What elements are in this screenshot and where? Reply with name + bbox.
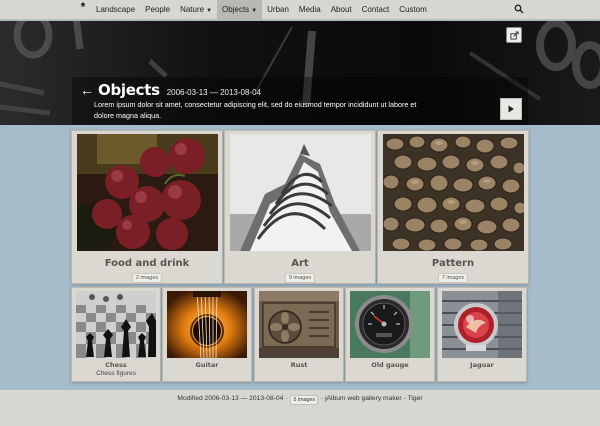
image-card-rust[interactable]: Rust [254,287,344,382]
nav-item-people[interactable]: People [140,0,175,20]
image-count-badge: 9 images [284,273,316,283]
image-card-old-gauge[interactable]: Old gauge [345,287,435,382]
caret-down-icon: ▼ [206,7,213,14]
image-card-jaguar[interactable]: Jaguar [437,287,527,382]
play-icon [508,105,514,113]
caret-down-icon: ▼ [251,7,258,14]
image-thumbnail [259,291,339,358]
separator: · [320,395,324,402]
nav-item-landscape[interactable]: Landscape [91,0,140,20]
modified-label: Modified [177,395,203,402]
nav-item-nature[interactable]: Nature ▼ [175,0,217,20]
footer: Modified 2006-03-13 — 2013-08-04 · 5 ima… [0,390,600,426]
separator: · [285,395,288,402]
album-description: Lorem ipsum dolor sit amet, consectetur … [94,100,417,120]
home-icon[interactable] [75,0,91,20]
nav-label: Media [298,4,321,14]
image-count-badge: 5 images [290,395,318,405]
nav-label: Contact [361,4,390,14]
nav-label: Objects [222,4,250,14]
jalbum-credit-link[interactable]: jAlbum web gallery maker [325,395,402,402]
nav-item-urban[interactable]: Urban [262,0,294,20]
nav-item-contact[interactable]: Contact [357,0,395,20]
nav-label: Nature [180,4,205,14]
skin-link[interactable]: Tiger [408,395,423,402]
search-icon[interactable] [514,4,526,16]
image-card-guitar[interactable]: Guitar [162,287,252,382]
top-navigation: Landscape People Nature ▼ Objects ▼ Urban … [0,0,600,20]
share-button[interactable] [506,27,522,43]
folder-thumbnail [230,134,371,251]
folder-card-pattern[interactable]: Pattern 7 images [377,130,529,284]
image-title: Chess [105,361,127,369]
page-title: Objects [98,81,160,99]
nav-label: About [330,4,352,14]
image-title: Old gauge [371,361,409,369]
folder-thumbnail [77,134,218,251]
nav-item-media[interactable]: Media [294,0,326,20]
image-title: Rust [290,361,308,369]
folder-card-art[interactable]: Art 9 images [224,130,376,284]
slideshow-play-button[interactable] [500,98,522,120]
folder-title: Food and drink [104,258,190,269]
folder-card-food-and-drink[interactable]: Food and drink 2 images [71,130,223,284]
image-count-badge: 2 images [131,273,163,283]
hero-title-row: ← Objects 2006-03-13 — 2013-08-04 [80,81,261,99]
nav-label: People [145,4,171,14]
image-title: Jaguar [470,361,494,369]
nav-label: Custom [399,4,427,14]
date-range: 2006-03-13 — 2013-08-04 [166,88,261,97]
folder-title: Pattern [431,258,475,269]
folder-title: Art [291,258,309,269]
folder-thumbnail [383,134,524,251]
image-thumbnail [76,291,156,358]
image-thumbnail [350,291,430,358]
image-subtitle: Chess figures [96,370,136,377]
image-card-chess[interactable]: Chess Chess figures [71,287,161,382]
modified-dates: 2006-03-13 — 2013-08-04 [204,395,284,402]
nav-item-about[interactable]: About [326,0,357,20]
nav-item-objects[interactable]: Objects ▼ [217,0,263,20]
image-thumbnail [442,291,522,358]
nav-label: Urban [267,4,289,14]
nav-item-custom[interactable]: Custom [394,0,432,20]
nav-label: Landscape [96,4,136,14]
separator: - [403,395,406,402]
image-count-badge: 7 images [437,273,469,283]
back-arrow-icon[interactable]: ← [80,83,94,97]
image-thumbnail [167,291,247,358]
image-title: Guitar [195,361,219,369]
